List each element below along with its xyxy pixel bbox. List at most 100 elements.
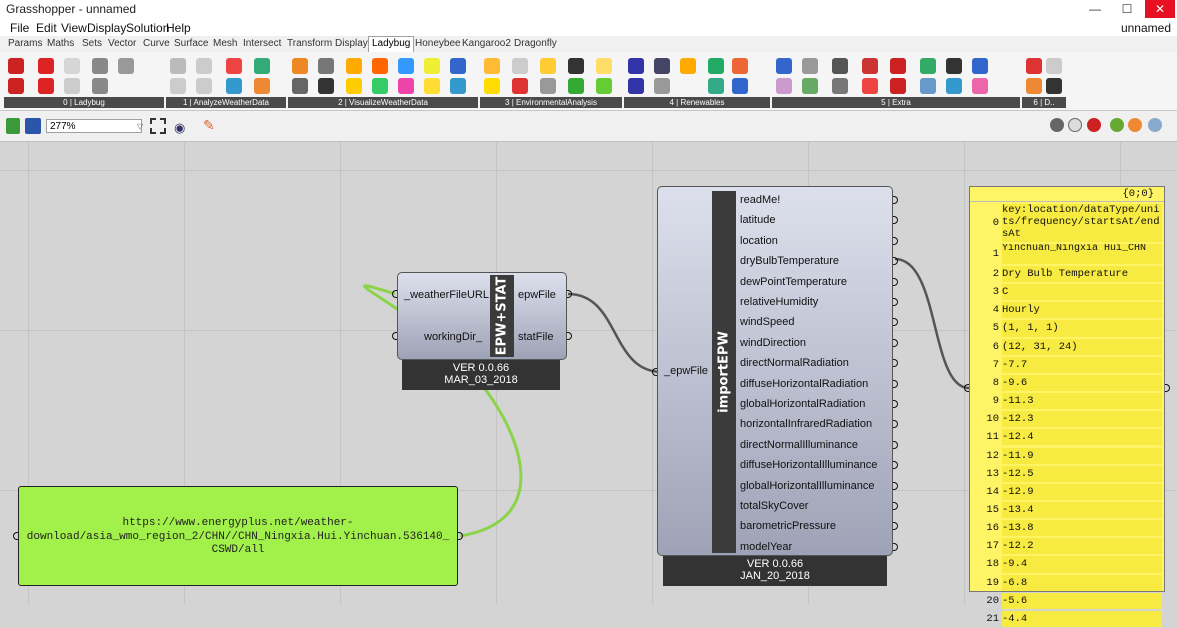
import-epw-date: JAN_20_2018 bbox=[740, 570, 810, 582]
viewer-row: 0 key:location/dataType/units/frequency/s… bbox=[970, 203, 1164, 243]
viewer-row-index: 21 bbox=[986, 612, 999, 625]
viewer-row-index: 14 bbox=[986, 485, 999, 498]
grip-epwfile-input[interactable] bbox=[652, 368, 657, 376]
epw-stat-version: VER 0.0.66 MAR_03_2018 bbox=[402, 360, 560, 390]
viewer-row: 9 -11.3 bbox=[970, 392, 1164, 410]
output-directnormalradiation[interactable]: directNormalRadiation bbox=[740, 357, 849, 369]
viewer-row: 14 -12.9 bbox=[970, 483, 1164, 501]
viewer-row-value: -9.4 bbox=[1002, 556, 1162, 573]
output-diffusehorizontalilluminance[interactable]: diffuseHorizontalIlluminance bbox=[740, 459, 877, 471]
epw-stat-ver: VER 0.0.66 bbox=[452, 362, 510, 374]
viewer-row-index: 10 bbox=[986, 413, 999, 426]
import-epw-component[interactable]: _epwFile importEPW readMe! latitude locati… bbox=[657, 186, 893, 556]
viewer-row-value: -4.4 bbox=[1002, 610, 1162, 627]
output-modelyear[interactable]: modelYear bbox=[740, 541, 792, 553]
data-viewer-panel[interactable]: {0;0} 0 key:location/dataType/units/frequ… bbox=[969, 186, 1165, 627]
viewer-row-value: -13.4 bbox=[1002, 501, 1162, 519]
output-winddirection[interactable]: windDirection bbox=[740, 337, 806, 349]
viewer-row: 6 (12, 31, 24) bbox=[970, 338, 1164, 356]
viewer-row-value: -12.2 bbox=[1002, 538, 1162, 555]
viewer-row-index: 12 bbox=[986, 449, 999, 462]
viewer-row-index: 16 bbox=[986, 522, 999, 535]
epw-wire[interactable] bbox=[567, 292, 663, 374]
viewer-row: 15 -13.4 bbox=[970, 501, 1164, 519]
viewer-row-value: Hourly bbox=[1002, 302, 1162, 319]
viewer-row-value: -12.3 bbox=[1002, 411, 1162, 428]
epw-stat-date: MAR_03_2018 bbox=[444, 374, 518, 386]
output-globalhorizontalradiation[interactable]: globalHorizontalRadiation bbox=[740, 398, 865, 410]
viewer-row: 18 -9.4 bbox=[970, 555, 1164, 573]
viewer-row-index: 0 bbox=[992, 217, 999, 229]
grip-panel-in[interactable] bbox=[13, 532, 18, 540]
viewer-row-value: -12.4 bbox=[1002, 429, 1162, 446]
viewer-row-index: 1 bbox=[992, 248, 999, 260]
output-diffusehorizontalradiation[interactable]: diffuseHorizontalRadiation bbox=[740, 378, 868, 390]
output-globalhorizontalilluminance[interactable]: globalHorizontalIlluminance bbox=[740, 480, 875, 492]
viewer-row-index: 7 bbox=[992, 358, 999, 371]
output-location[interactable]: location bbox=[740, 235, 778, 247]
viewer-row-index: 15 bbox=[986, 503, 999, 516]
viewer-row-value: Yinchuan_Ningxia Hui_CHN bbox=[1002, 244, 1162, 264]
drybulb-wire[interactable] bbox=[894, 257, 970, 390]
output-statfile[interactable]: statFile bbox=[518, 331, 553, 343]
grip-workingdir[interactable] bbox=[392, 332, 397, 340]
viewer-row: 2 Dry Bulb Temperature bbox=[970, 265, 1164, 283]
input-workingdir[interactable]: workingDir_ bbox=[424, 331, 482, 343]
viewer-row-index: 3 bbox=[992, 286, 999, 299]
viewer-row-value: key:location/dataType/units/frequency/st… bbox=[1002, 204, 1162, 242]
viewer-row-value: (12, 31, 24) bbox=[1002, 338, 1162, 355]
viewer-row: 4 Hourly bbox=[970, 301, 1164, 319]
viewer-row-value: -11.3 bbox=[1002, 393, 1162, 410]
viewer-row-value: -13.8 bbox=[1002, 520, 1162, 537]
viewer-row-index: 20 bbox=[986, 594, 999, 607]
viewer-row-value: -5.6 bbox=[1002, 592, 1162, 609]
output-windspeed[interactable]: windSpeed bbox=[740, 316, 794, 328]
viewer-row: 10 -12.3 bbox=[970, 410, 1164, 428]
viewer-header: {0;0} bbox=[970, 187, 1164, 202]
grip-weatherfileurl[interactable] bbox=[392, 290, 397, 298]
output-totalskycover[interactable]: totalSkyCover bbox=[740, 500, 808, 512]
output-drybulbtemperature[interactable]: dryBulbTemperature bbox=[740, 255, 839, 267]
viewer-row: 16 -13.8 bbox=[970, 519, 1164, 537]
viewer-row: 8 -9.6 bbox=[970, 374, 1164, 392]
url-panel[interactable]: https://www.energyplus.net/weather- down… bbox=[18, 486, 458, 586]
output-relativehumidity[interactable]: relativeHumidity bbox=[740, 296, 818, 308]
viewer-row: 7 -7.7 bbox=[970, 356, 1164, 374]
viewer-row-value: -7.7 bbox=[1002, 356, 1162, 373]
viewer-row-index: 6 bbox=[992, 340, 999, 353]
output-latitude[interactable]: latitude bbox=[740, 214, 775, 226]
output-epwfile[interactable]: epwFile bbox=[518, 289, 556, 301]
viewer-row-index: 18 bbox=[986, 558, 999, 571]
viewer-row: 21 -4.4 bbox=[970, 610, 1164, 628]
viewer-row-value: -9.6 bbox=[1002, 374, 1162, 392]
viewer-row-index: 8 bbox=[992, 376, 999, 389]
viewer-row-value: -12.9 bbox=[1002, 483, 1162, 500]
input-epwfile[interactable]: _epwFile bbox=[664, 365, 708, 377]
viewer-row-value: C bbox=[1002, 284, 1162, 301]
grip-viewer-in[interactable] bbox=[964, 384, 969, 392]
input-weatherfileurl[interactable]: _weatherFileURL bbox=[404, 289, 489, 301]
output-horizontalinfraredradiation[interactable]: horizontalInfraredRadiation bbox=[740, 418, 872, 430]
viewer-row-value: -6.8 bbox=[1002, 574, 1162, 591]
output-dewpointtemperature[interactable]: dewPointTemperature bbox=[740, 276, 847, 288]
viewer-row: 17 -12.2 bbox=[970, 537, 1164, 555]
output-barometricpressure[interactable]: barometricPressure bbox=[740, 520, 836, 532]
viewer-row-index: 9 bbox=[992, 395, 999, 408]
output-readme[interactable]: readMe! bbox=[740, 194, 780, 206]
import-epw-version: VER 0.0.66 JAN_20_2018 bbox=[663, 556, 887, 586]
viewer-row: 1 Yinchuan_Ningxia Hui_CHN bbox=[970, 243, 1164, 265]
viewer-row-index: 17 bbox=[986, 540, 999, 553]
output-directnormalilluminance[interactable]: directNormalIlluminance bbox=[740, 439, 858, 451]
viewer-row-index: 5 bbox=[992, 322, 999, 335]
viewer-row: 3C bbox=[970, 283, 1164, 301]
viewer-row-index: 4 bbox=[992, 304, 999, 317]
viewer-row-index: 2 bbox=[992, 268, 999, 280]
url-line-2: download/asia_wmo_region_2/CHN//CHN_Ning… bbox=[26, 531, 450, 543]
epw-stat-component[interactable]: _weatherFileURL workingDir_ EPW+STAT epw… bbox=[397, 272, 567, 360]
viewer-row-value: Dry Bulb Temperature bbox=[1002, 266, 1162, 283]
viewer-row: 12 -11.9 bbox=[970, 447, 1164, 465]
viewer-path: {0;0} bbox=[1122, 188, 1154, 200]
viewer-row-value: -11.9 bbox=[1002, 447, 1162, 464]
viewer-row: 20 -5.6 bbox=[970, 592, 1164, 610]
import-epw-nickname: importEPW bbox=[712, 191, 736, 553]
